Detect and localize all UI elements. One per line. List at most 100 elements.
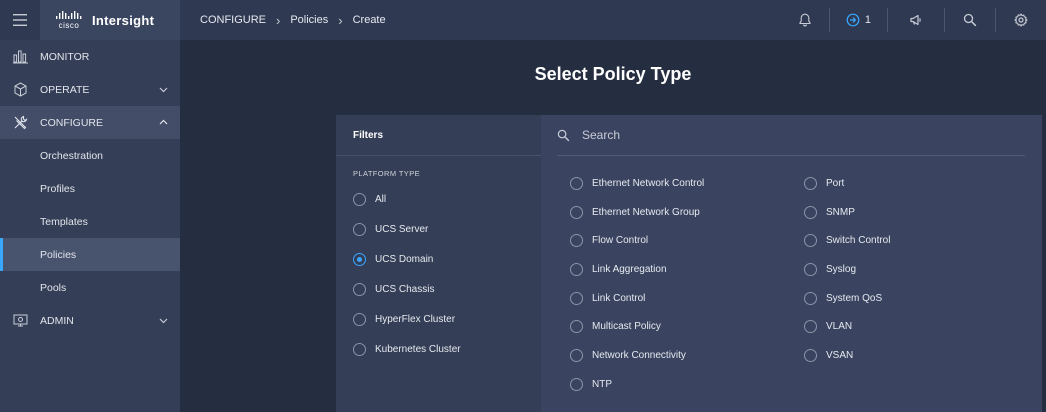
cisco-bars-icon bbox=[56, 10, 82, 19]
sidebar-item-label: ADMIN bbox=[40, 314, 74, 327]
search-input[interactable] bbox=[582, 128, 982, 142]
radio-button[interactable] bbox=[804, 205, 817, 219]
radio-button[interactable] bbox=[570, 176, 583, 190]
policy-option-link-aggregation[interactable]: Link Aggregation bbox=[570, 255, 704, 284]
radio-button[interactable] bbox=[804, 262, 817, 276]
sidebar-item-policies[interactable]: Policies bbox=[0, 238, 180, 271]
radio-button[interactable] bbox=[353, 192, 366, 206]
requests-count: 1 bbox=[864, 14, 871, 26]
radio-button[interactable] bbox=[570, 320, 583, 334]
radio-button[interactable] bbox=[804, 348, 817, 362]
policy-option-label: Network Connectivity bbox=[592, 349, 686, 361]
sidebar: MONITOR OPERATE CONFIGURE Orchestration … bbox=[0, 40, 180, 412]
radio-button[interactable] bbox=[570, 377, 583, 391]
breadcrumb-separator-icon: › bbox=[276, 12, 281, 28]
radio-button[interactable] bbox=[804, 234, 817, 248]
cisco-logo-text: cisco bbox=[58, 20, 80, 30]
platform-type-label: PLATFORM TYPE bbox=[353, 169, 421, 178]
radio-button[interactable] bbox=[570, 205, 583, 219]
policy-option-ethernet-network-control[interactable]: Ethernet Network Control bbox=[570, 169, 704, 198]
radio-button[interactable] bbox=[353, 342, 366, 356]
policy-option-network-connectivity[interactable]: Network Connectivity bbox=[570, 341, 704, 370]
app-name: Intersight bbox=[92, 12, 155, 28]
filter-option-label: Kubernetes Cluster bbox=[375, 343, 461, 355]
policy-option-system-qos[interactable]: System QoS bbox=[804, 284, 890, 313]
search-button[interactable] bbox=[945, 0, 995, 40]
filter-option-label: UCS Domain bbox=[375, 253, 434, 265]
breadcrumb-policies[interactable]: Policies bbox=[290, 14, 328, 26]
filters-header: Filters bbox=[336, 115, 541, 156]
settings-button[interactable] bbox=[996, 0, 1046, 40]
radio-button[interactable] bbox=[353, 312, 366, 326]
brand[interactable]: cisco Intersight bbox=[40, 0, 180, 40]
policy-option-syslog[interactable]: Syslog bbox=[804, 255, 890, 284]
filter-option-ucs-server[interactable]: UCS Server bbox=[336, 214, 541, 244]
breadcrumb-separator-icon: › bbox=[338, 12, 343, 28]
policy-option-flow-control[interactable]: Flow Control bbox=[570, 226, 704, 255]
radio-button[interactable] bbox=[570, 234, 583, 248]
radio-button[interactable] bbox=[353, 252, 366, 266]
policy-column-right: Port SNMP Switch Control Syslog System QoS VL… bbox=[804, 169, 890, 370]
filter-option-ucs-chassis[interactable]: UCS Chassis bbox=[336, 274, 541, 304]
breadcrumb-create: Create bbox=[352, 14, 386, 26]
policy-option-switch-control[interactable]: Switch Control bbox=[804, 226, 890, 255]
sidebar-item-templates[interactable]: Templates bbox=[0, 205, 180, 238]
policy-option-label: VLAN bbox=[826, 321, 853, 333]
radio-button[interactable] bbox=[804, 320, 817, 334]
sidebar-item-label: CONFIGURE bbox=[40, 116, 103, 129]
policy-option-link-control[interactable]: Link Control bbox=[570, 284, 704, 313]
requests-button[interactable]: 1 bbox=[830, 0, 887, 40]
breadcrumb: CONFIGURE › Policies › Create bbox=[200, 13, 386, 28]
policy-option-label: Ethernet Network Group bbox=[592, 206, 700, 218]
policy-option-label: Syslog bbox=[826, 263, 857, 275]
announcements-button[interactable] bbox=[888, 0, 944, 40]
bell-icon bbox=[799, 13, 811, 27]
policy-option-snmp[interactable]: SNMP bbox=[804, 198, 890, 227]
sidebar-item-admin[interactable]: ADMIN bbox=[0, 304, 180, 337]
filter-option-kubernetes-cluster[interactable]: Kubernetes Cluster bbox=[336, 334, 541, 364]
policies-panel: Ethernet Network Control Ethernet Network… bbox=[541, 115, 1042, 412]
radio-button[interactable] bbox=[570, 348, 583, 362]
sidebar-item-configure[interactable]: CONFIGURE bbox=[0, 106, 180, 139]
policy-column-left: Ethernet Network Control Ethernet Network… bbox=[570, 169, 704, 399]
filter-option-label: UCS Chassis bbox=[375, 283, 435, 295]
policy-option-label: Port bbox=[826, 177, 845, 189]
policy-option-label: SNMP bbox=[826, 206, 855, 218]
sidebar-item-pools[interactable]: Pools bbox=[0, 271, 180, 304]
radio-button[interactable] bbox=[570, 262, 583, 276]
policy-option-ethernet-network-group[interactable]: Ethernet Network Group bbox=[570, 198, 704, 227]
policy-option-label: Switch Control bbox=[826, 235, 891, 247]
policy-option-vlan[interactable]: VLAN bbox=[804, 312, 890, 341]
policy-option-label: VSAN bbox=[826, 349, 854, 361]
radio-button[interactable] bbox=[804, 291, 817, 305]
filter-option-all[interactable]: All bbox=[336, 184, 541, 214]
sidebar-item-operate[interactable]: OPERATE bbox=[0, 73, 180, 106]
filter-option-label: UCS Server bbox=[375, 223, 429, 235]
policy-option-port[interactable]: Port bbox=[804, 169, 890, 198]
breadcrumb-configure[interactable]: CONFIGURE bbox=[200, 14, 266, 26]
cube-icon bbox=[12, 82, 28, 98]
sidebar-item-label: OPERATE bbox=[40, 83, 90, 96]
chevron-up-icon bbox=[159, 119, 168, 125]
policy-option-ntp[interactable]: NTP bbox=[570, 370, 704, 399]
radio-button[interactable] bbox=[570, 291, 583, 305]
notifications-button[interactable] bbox=[781, 0, 829, 40]
cisco-logo: cisco bbox=[56, 10, 82, 30]
sidebar-item-profiles[interactable]: Profiles bbox=[0, 172, 180, 205]
page-title: Select Policy Type bbox=[534, 64, 692, 84]
radio-button[interactable] bbox=[353, 222, 366, 236]
sidebar-item-monitor[interactable]: MONITOR bbox=[0, 40, 180, 73]
hamburger-menu-button[interactable] bbox=[0, 0, 40, 40]
filter-option-label: HyperFlex Cluster bbox=[375, 313, 456, 325]
bar-chart-icon bbox=[12, 49, 28, 65]
radio-button[interactable] bbox=[804, 176, 817, 190]
filter-option-ucs-domain[interactable]: UCS Domain bbox=[336, 244, 541, 274]
sidebar-item-label: MONITOR bbox=[40, 50, 90, 63]
policy-option-label: Flow Control bbox=[592, 235, 649, 247]
policy-option-multicast-policy[interactable]: Multicast Policy bbox=[570, 312, 704, 341]
filter-option-hyperflex-cluster[interactable]: HyperFlex Cluster bbox=[336, 304, 541, 334]
sidebar-item-orchestration[interactable]: Orchestration bbox=[0, 139, 180, 172]
policy-option-vsan[interactable]: VSAN bbox=[804, 341, 890, 370]
request-arrow-icon bbox=[846, 13, 860, 27]
radio-button[interactable] bbox=[353, 282, 366, 296]
